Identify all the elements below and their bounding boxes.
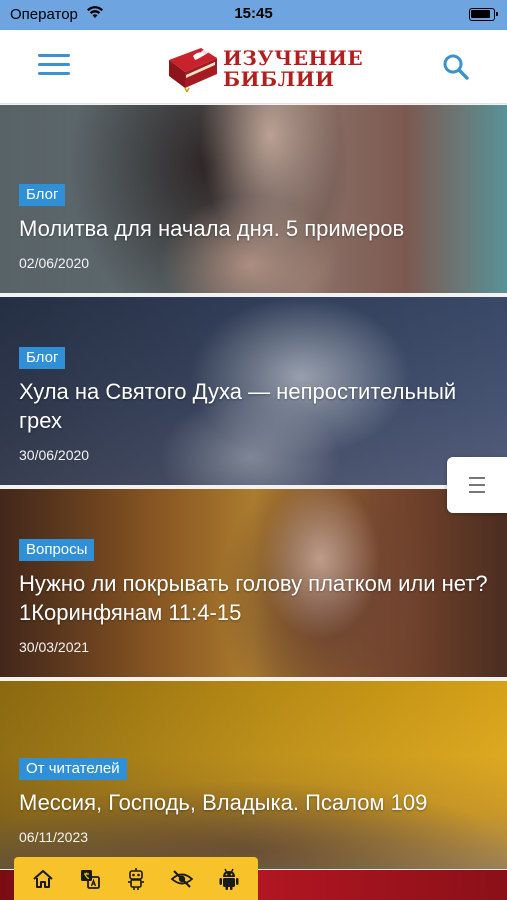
- search-icon[interactable]: [441, 52, 471, 82]
- post-date: 06/11/2023: [19, 829, 89, 845]
- post-card[interactable]: Вопросы Нужно ли покрывать голову платко…: [0, 489, 507, 677]
- post-date: 02/06/2020: [19, 255, 90, 271]
- site-logo[interactable]: ИЗУЧЕНИЕ БИБЛИИ: [165, 40, 363, 96]
- post-date: 30/06/2020: [19, 447, 90, 463]
- app-header: ИЗУЧЕНИЕ БИБЛИИ: [0, 30, 507, 104]
- post-card[interactable]: Блог Хула на Святого Духа — непроститель…: [0, 297, 507, 485]
- robot-icon[interactable]: [121, 864, 151, 894]
- accessibility-toolbar: [14, 857, 258, 900]
- post-feed: Блог Молитва для начала дня. 5 примеров …: [0, 105, 507, 873]
- post-card[interactable]: От читателей Мессия, Господь, Владыка. П…: [0, 681, 507, 869]
- post-title[interactable]: Хула на Святого Духа — непростительный г…: [19, 377, 488, 435]
- post-title[interactable]: Нужно ли покрывать голову платком или не…: [19, 569, 488, 627]
- hamburger-menu-icon[interactable]: [38, 54, 70, 82]
- post-title[interactable]: Молитва для начала дня. 5 примеров: [19, 214, 488, 243]
- post-category-tag[interactable]: Блог: [19, 184, 66, 206]
- status-bar: Оператор 15:45: [0, 0, 507, 30]
- post-category-tag[interactable]: Блог: [19, 347, 66, 369]
- eye-slash-icon[interactable]: [167, 864, 197, 894]
- bible-book-icon: [169, 48, 217, 92]
- translate-icon[interactable]: [75, 864, 105, 894]
- post-category-tag[interactable]: От читателей: [19, 758, 127, 780]
- post-date: 30/03/2021: [19, 639, 90, 655]
- post-title[interactable]: Мессия, Господь, Владыка. Псалом 109: [19, 788, 488, 817]
- logo-line-1: ИЗУЧЕНИЕ: [223, 46, 364, 70]
- post-card[interactable]: Блог Молитва для начала дня. 5 примеров …: [0, 105, 507, 293]
- battery-icon: [469, 8, 498, 21]
- status-time: 15:45: [234, 5, 273, 22]
- logo-line-2: БИБЛИИ: [223, 67, 335, 91]
- android-icon[interactable]: [214, 864, 244, 894]
- post-category-tag[interactable]: Вопросы: [19, 539, 95, 561]
- list-icon[interactable]: [447, 457, 507, 513]
- home-icon[interactable]: [28, 864, 58, 894]
